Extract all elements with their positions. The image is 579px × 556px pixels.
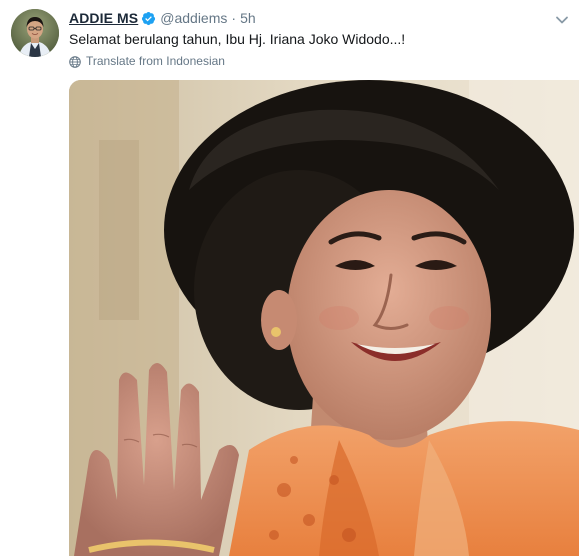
user-handle[interactable]: @addiems [160,10,227,26]
translate-label: Translate from Indonesian [86,54,225,68]
avatar-image [11,9,59,57]
tweet-header: ADDIE MS @addiems · 5h [69,9,256,27]
timestamp[interactable]: 5h [240,10,256,26]
verified-badge-icon [141,11,156,26]
tweet: ADDIE MS @addiems · 5h Selamat berulang … [0,0,579,556]
translate-link[interactable]: Translate from Indonesian [69,54,225,68]
chevron-down-icon[interactable] [555,12,569,24]
avatar[interactable] [11,9,59,57]
separator-dot: · [231,10,237,26]
tweet-photo[interactable] [69,80,579,556]
globe-icon [69,55,81,68]
display-name[interactable]: ADDIE MS [69,10,138,26]
photo-image [69,80,579,556]
tweet-text: Selamat berulang tahun, Ibu Hj. Iriana J… [69,31,406,47]
